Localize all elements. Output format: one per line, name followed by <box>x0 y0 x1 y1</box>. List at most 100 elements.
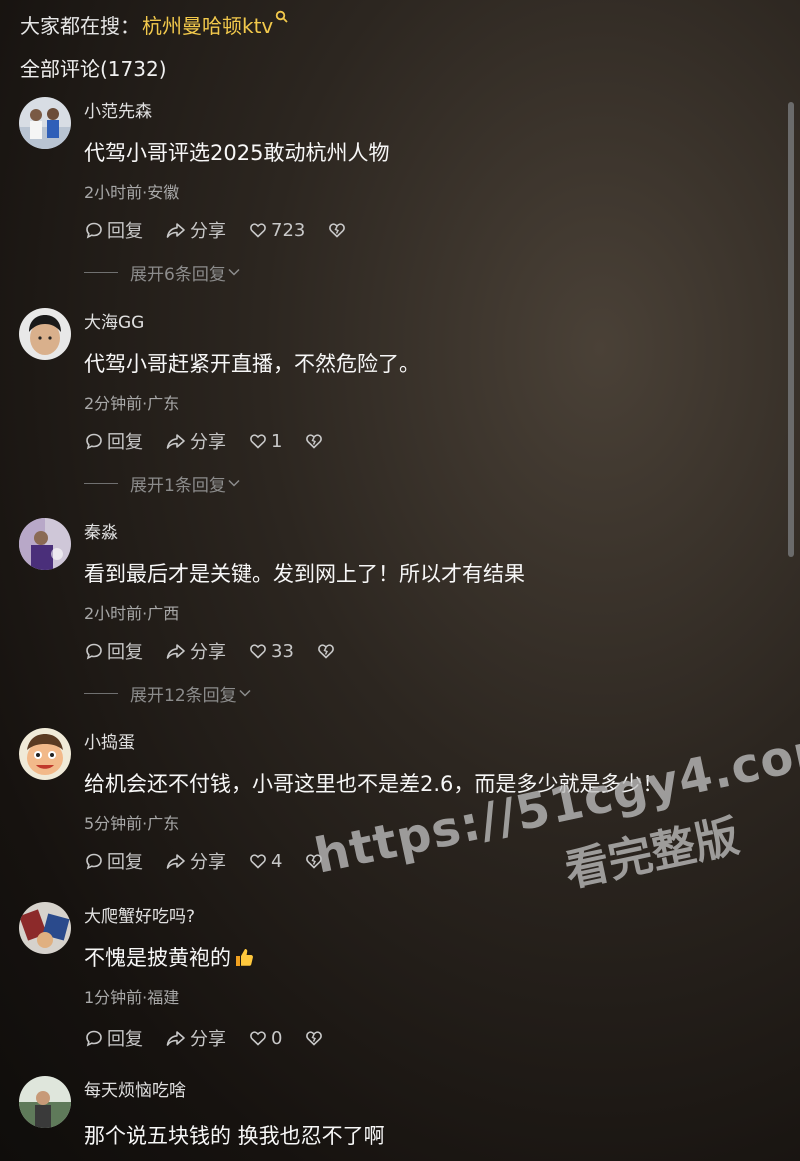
heart-icon <box>250 644 266 659</box>
avatar[interactable] <box>19 728 71 780</box>
divider <box>84 483 118 484</box>
comment-meta: 2分钟前·广东 <box>84 394 180 413</box>
like-button[interactable]: 0 <box>248 1028 282 1049</box>
reply-label: 回复 <box>107 642 143 663</box>
avatar[interactable] <box>19 97 71 149</box>
like-button[interactable]: 4 <box>248 851 282 872</box>
share-label: 分享 <box>190 852 226 873</box>
scrollbar[interactable] <box>788 102 794 557</box>
heart-icon <box>250 223 266 238</box>
search-suggestion-bar: 大家都在搜： 杭州曼哈顿ktv <box>20 10 289 39</box>
expand-replies-button[interactable]: 展开6条回复 <box>84 260 240 285</box>
chevron-down-icon <box>239 686 251 701</box>
share-icon <box>166 223 185 238</box>
search-term-link[interactable]: 杭州曼哈顿ktv <box>142 10 273 39</box>
share-button[interactable]: 分享 <box>165 217 226 243</box>
broken-heart-icon <box>306 1031 323 1046</box>
heart-icon <box>250 1031 266 1046</box>
reply-label: 回复 <box>107 432 143 453</box>
heart-icon <box>250 854 266 869</box>
comment-username[interactable]: 秦淼 <box>84 518 118 543</box>
avatar[interactable] <box>19 1076 71 1128</box>
dislike-button[interactable] <box>304 431 327 451</box>
reply-button[interactable]: 回复 <box>84 848 143 874</box>
comment-actions: 回复 分享 1 <box>84 428 349 454</box>
reply-button[interactable]: 回复 <box>84 217 143 243</box>
divider <box>84 693 118 694</box>
expand-replies-label: 展开1条回复 <box>130 476 226 496</box>
share-label: 分享 <box>190 642 226 663</box>
broken-heart-icon <box>306 434 323 449</box>
share-label: 分享 <box>190 432 226 453</box>
expand-replies-button[interactable]: 展开12条回复 <box>84 681 251 706</box>
comment-meta: 2小时前·广西 <box>84 604 180 623</box>
reply-label: 回复 <box>107 1029 143 1050</box>
chevron-down-icon <box>228 476 240 491</box>
comment-meta: 2小时前·安徽 <box>84 183 180 202</box>
comment-text: 给机会还不付钱，小哥这里也不是差2.6，而是多少就是多少！ <box>84 772 664 796</box>
comment-username[interactable]: 大海GG <box>84 308 144 333</box>
chevron-down-icon <box>228 265 240 280</box>
comment-text: 代驾小哥赶紧开直播，不然危险了。 <box>84 352 420 376</box>
reply-icon <box>86 853 102 870</box>
like-count: 1 <box>271 430 283 452</box>
reply-icon <box>86 643 102 660</box>
reply-icon <box>86 222 102 239</box>
like-button[interactable]: 723 <box>248 220 305 241</box>
comment-actions: 回复 分享 33 <box>84 638 361 664</box>
share-button[interactable]: 分享 <box>165 428 226 454</box>
heart-icon <box>250 434 266 449</box>
like-button[interactable]: 1 <box>248 431 282 452</box>
dislike-button[interactable] <box>304 1028 327 1048</box>
thumbs-up-icon <box>233 946 255 968</box>
comment-text: 看到最后才是关键。发到网上了！所以才有结果 <box>84 562 525 586</box>
reply-icon <box>86 433 102 450</box>
like-count: 723 <box>271 219 306 241</box>
comment-meta: 5分钟前·广东 <box>84 814 180 833</box>
comment-actions: 回复 分享 0 <box>84 1025 349 1051</box>
reply-button[interactable]: 回复 <box>84 638 143 664</box>
divider <box>84 272 118 273</box>
dislike-button[interactable] <box>327 220 350 240</box>
broken-heart-icon <box>306 854 323 869</box>
expand-replies-label: 展开12条回复 <box>130 686 237 706</box>
comment-text: 不愧是披黄袍的 <box>84 942 255 972</box>
broken-heart-icon <box>318 644 334 659</box>
comment-actions: 回复 分享 4 <box>84 848 349 874</box>
like-count: 4 <box>271 850 283 872</box>
share-icon <box>166 1031 185 1046</box>
search-prefix: 大家都在搜： <box>20 14 140 38</box>
share-icon <box>166 854 185 869</box>
reply-button[interactable]: 回复 <box>84 428 143 454</box>
comment-text-content: 不愧是披黄袍的 <box>84 946 231 970</box>
share-icon <box>166 434 185 449</box>
share-button[interactable]: 分享 <box>165 1025 226 1051</box>
dislike-button[interactable] <box>316 641 339 661</box>
comment-username[interactable]: 小范先森 <box>84 97 152 122</box>
reply-icon <box>86 1030 102 1047</box>
comment-username[interactable]: 大爬蟹好吃吗? <box>84 902 195 927</box>
reply-button[interactable]: 回复 <box>84 1025 143 1051</box>
broken-heart-icon <box>329 223 346 238</box>
comment-username[interactable]: 每天烦恼吃啥 <box>84 1076 186 1101</box>
share-label: 分享 <box>190 221 226 242</box>
share-button[interactable]: 分享 <box>165 638 226 664</box>
share-label: 分享 <box>190 1029 226 1050</box>
like-count: 33 <box>271 640 294 662</box>
reply-label: 回复 <box>107 221 143 242</box>
comment-username[interactable]: 小捣蛋 <box>84 728 135 753</box>
dislike-button[interactable] <box>304 851 327 871</box>
avatar[interactable] <box>19 902 71 954</box>
share-button[interactable]: 分享 <box>165 848 226 874</box>
watermark: https://51cgy4.com 看完整版 <box>310 718 800 949</box>
avatar[interactable] <box>19 308 71 360</box>
comment-text: 那个说五块钱的 换我也忍不了啊 <box>84 1124 385 1148</box>
like-button[interactable]: 33 <box>248 641 294 662</box>
watermark-url: https://51cgy4.com <box>310 717 800 885</box>
search-icon[interactable] <box>275 10 289 28</box>
reply-label: 回复 <box>107 852 143 873</box>
expand-replies-button[interactable]: 展开1条回复 <box>84 471 240 496</box>
avatar[interactable] <box>19 518 71 570</box>
share-icon <box>166 644 185 659</box>
comments-header: 全部评论(1732) <box>20 57 167 81</box>
